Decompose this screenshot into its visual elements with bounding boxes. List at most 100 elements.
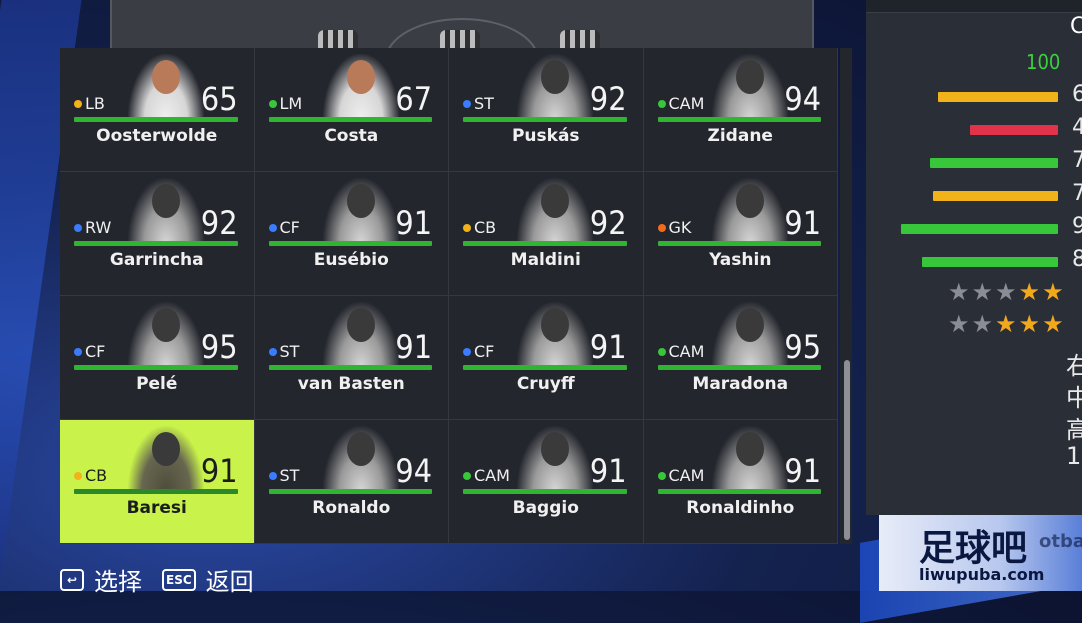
player-rating-bar xyxy=(657,117,821,122)
player-position-label: ST xyxy=(279,342,300,361)
player-card[interactable]: LB 65 Oosterwolde xyxy=(60,48,255,172)
site-watermark: 足球吧 liwupuba.com otbal xyxy=(879,515,1082,591)
stat-bar xyxy=(933,191,1058,201)
player-rating-bar xyxy=(463,241,627,246)
player-card[interactable]: CB 92 Maldini xyxy=(449,172,644,296)
star-icon: ★ xyxy=(948,310,972,338)
player-card[interactable]: CAM 94 Zidane xyxy=(643,48,838,172)
player-photo xyxy=(322,302,399,368)
player-card[interactable]: CF 91 Cruyff xyxy=(449,296,644,420)
player-rating-bar xyxy=(268,117,432,122)
player-name: Oosterwolde xyxy=(96,126,218,146)
player-position: CF xyxy=(463,342,494,361)
player-head-icon xyxy=(541,432,569,466)
stat-value: 7 xyxy=(1072,181,1082,206)
player-card[interactable]: CB 91 Baresi xyxy=(60,420,255,544)
player-position: CAM xyxy=(657,94,704,113)
star-icon: ★ xyxy=(1018,310,1043,338)
star-rating: ★★★★★ xyxy=(948,310,1066,338)
stats-header-letter: C xyxy=(1070,14,1082,39)
position-dot-icon xyxy=(463,99,471,108)
player-rating: 94 xyxy=(784,80,821,118)
player-rating: 92 xyxy=(589,80,627,118)
player-rating-bar xyxy=(74,241,238,246)
player-position-label: CB xyxy=(474,218,497,237)
player-position-label: GK xyxy=(668,218,692,237)
player-position: CB xyxy=(74,466,107,485)
player-card[interactable]: CAM 91 Ronaldinho xyxy=(643,420,838,544)
player-rating-bar xyxy=(463,365,627,370)
player-name: Eusébio xyxy=(313,250,389,270)
player-rating-bar xyxy=(657,365,821,370)
player-name: Costa xyxy=(324,126,379,146)
player-name: Baresi xyxy=(126,498,187,518)
star-icon: ★ xyxy=(1042,310,1066,338)
player-rating: 94 xyxy=(395,452,432,490)
player-position-label: CAM xyxy=(474,466,510,485)
player-card[interactable]: ST 94 Ronaldo xyxy=(254,420,449,544)
star-icon: ★ xyxy=(948,278,972,306)
position-dot-icon xyxy=(657,347,666,356)
select-label[interactable]: 选择 xyxy=(94,562,142,597)
player-position: CAM xyxy=(657,466,704,485)
player-card[interactable]: CAM 91 Baggio xyxy=(449,420,644,544)
player-card[interactable]: GK 91 Yashin xyxy=(643,172,838,296)
player-position: CF xyxy=(268,218,300,237)
player-position-label: CF xyxy=(279,218,300,237)
player-name: Zidane xyxy=(707,126,773,146)
stat-value: 7 xyxy=(1072,148,1082,173)
player-position-label: ST xyxy=(474,94,494,113)
player-rating-bar xyxy=(657,241,821,246)
player-photo xyxy=(517,54,593,120)
player-rating: 91 xyxy=(589,328,627,366)
player-card[interactable]: CF 95 Pelé xyxy=(60,296,255,420)
control-hints: ↩ 选择 ESC 返回 xyxy=(60,562,264,597)
player-card[interactable]: ST 91 van Basten xyxy=(254,296,449,420)
player-rating: 91 xyxy=(784,452,821,490)
position-dot-icon xyxy=(463,347,471,356)
player-position: LB xyxy=(74,94,105,113)
player-head-icon xyxy=(152,60,180,94)
player-card[interactable]: CAM 95 Maradona xyxy=(643,296,838,420)
stats-top-value: 100 xyxy=(1026,50,1061,74)
player-card[interactable]: RW 92 Garrincha xyxy=(60,172,255,296)
back-label[interactable]: 返回 xyxy=(206,562,254,597)
enter-key-icon[interactable]: ↩ xyxy=(60,568,84,591)
player-position-label: LM xyxy=(279,94,303,113)
player-card[interactable]: CF 91 Eusébio xyxy=(254,172,449,296)
esc-key-icon[interactable]: ESC xyxy=(162,568,196,591)
position-dot-icon xyxy=(74,223,82,232)
player-position-label: ST xyxy=(279,466,300,485)
player-rating: 91 xyxy=(395,328,432,366)
player-photo xyxy=(711,54,788,120)
player-position: ST xyxy=(463,94,494,113)
player-rating: 95 xyxy=(784,328,821,366)
star-icon: ★ xyxy=(971,278,996,306)
player-card[interactable]: LM 67 Costa xyxy=(254,48,449,172)
player-rating-bar xyxy=(268,365,432,370)
position-dot-icon xyxy=(463,471,471,480)
player-card[interactable]: ST 92 Puskás xyxy=(449,48,644,172)
player-photo xyxy=(711,302,788,368)
position-dot-icon xyxy=(74,99,82,108)
player-rating: 91 xyxy=(784,204,821,242)
player-head-icon xyxy=(346,308,375,342)
watermark-side-text: otbal xyxy=(1039,531,1082,552)
stat-text: 高 xyxy=(1066,416,1082,444)
player-head-icon xyxy=(735,60,764,94)
stat-bar xyxy=(901,224,1058,234)
player-head-icon xyxy=(735,308,764,342)
position-dot-icon xyxy=(463,223,471,232)
player-position: CF xyxy=(74,342,105,361)
player-rating: 95 xyxy=(200,328,238,366)
watermark-title: 足球吧 xyxy=(919,528,1028,569)
player-rating-bar xyxy=(268,489,432,494)
scrollbar-thumb[interactable] xyxy=(844,360,850,540)
player-position-label: CF xyxy=(474,342,495,361)
player-grid: LB 65 Oosterwolde LM 67 Costa ST 92 Pusk… xyxy=(60,48,838,544)
player-rating-bar xyxy=(463,489,627,494)
player-photo xyxy=(517,178,593,244)
position-dot-icon xyxy=(268,223,277,232)
player-name: Cruyff xyxy=(516,374,575,394)
player-rating-bar xyxy=(74,365,238,370)
